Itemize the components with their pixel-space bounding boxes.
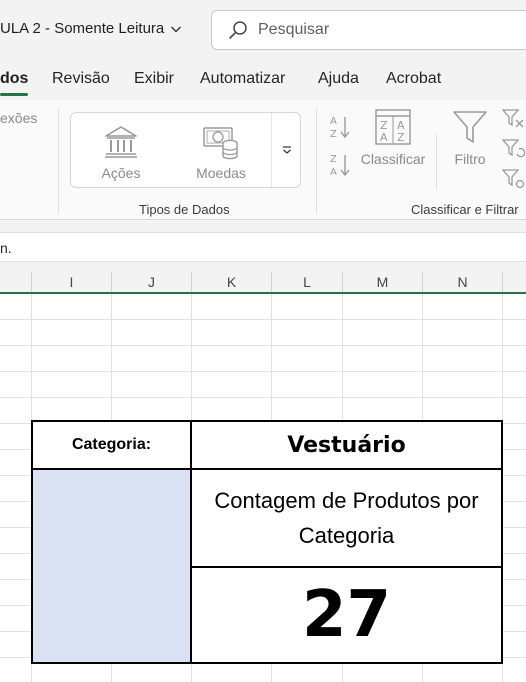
- ribbon-spacer: [0, 224, 526, 232]
- group-divider: [316, 108, 317, 214]
- svg-text:A: A: [330, 167, 337, 178]
- sort-z-a-icon: Z A: [330, 154, 350, 178]
- category-slicer-area[interactable]: [31, 468, 192, 664]
- tab-exibir[interactable]: Exibir: [134, 70, 174, 88]
- file-title-dropdown[interactable]: ULA 2 - Somente Leitura: [0, 20, 182, 37]
- column-headers: I J K L M N: [0, 272, 526, 294]
- stocks-label: Ações: [101, 165, 141, 181]
- connections-group-label: exões: [0, 110, 38, 126]
- currencies-button[interactable]: Moedas: [191, 113, 251, 187]
- reapply-filter-button[interactable]: [501, 138, 526, 165]
- category-value-cell[interactable]: Vestuário: [190, 420, 503, 470]
- tab-acrobat[interactable]: Acrobat: [386, 70, 441, 88]
- product-count-value: 27: [190, 566, 503, 664]
- column-header-i[interactable]: I: [32, 272, 112, 292]
- sort-custom-button[interactable]: Z A A Z Classificar: [360, 108, 426, 167]
- svg-text:A: A: [380, 131, 388, 144]
- sort-label: Classificar: [360, 151, 426, 167]
- expand-down-icon: [282, 146, 291, 154]
- filter-button[interactable]: Filtro: [446, 108, 494, 167]
- bank-icon: [105, 126, 137, 158]
- search-icon: [229, 21, 247, 39]
- column-header-m[interactable]: M: [343, 272, 423, 292]
- reapply-filter-icon: [501, 139, 526, 158]
- ribbon: exões Ações Moedas Tipos de Dados A Z Z …: [0, 100, 526, 224]
- column-header-n[interactable]: N: [423, 272, 503, 292]
- file-title-text: ULA 2 - Somente Leitura: [0, 20, 165, 37]
- data-types-gallery: Ações Moedas: [70, 112, 301, 188]
- ribbon-tabs: dos Revisão Exibir Automatizar Ajuda Acr…: [0, 60, 526, 100]
- group-divider: [58, 108, 59, 214]
- advanced-filter-icon: [501, 169, 525, 189]
- column-header-h[interactable]: [0, 272, 32, 292]
- sort-filter-group-label: Classificar e Filtrar: [411, 202, 519, 217]
- sort-descending-button[interactable]: Z A: [328, 152, 352, 183]
- sort-dialog-icon: Z A A Z: [375, 109, 411, 145]
- sort-ascending-button[interactable]: A Z: [328, 114, 352, 145]
- svg-text:Z: Z: [330, 154, 337, 165]
- svg-text:Z: Z: [397, 131, 405, 144]
- currency-icon: [203, 127, 238, 160]
- column-header-l[interactable]: L: [272, 272, 343, 292]
- chevron-down-icon: [171, 26, 182, 32]
- data-types-group-label: Tipos de Dados: [139, 202, 230, 217]
- group-divider: [436, 134, 437, 190]
- tab-ajuda[interactable]: Ajuda: [318, 70, 359, 88]
- product-count-title: Contagem de Produtos por Categoria: [190, 468, 503, 568]
- formula-spacer: [0, 262, 526, 272]
- filter-label: Filtro: [454, 151, 486, 167]
- currencies-label: Moedas: [196, 165, 246, 181]
- category-label-cell: Categoria:: [31, 420, 192, 470]
- sort-a-z-icon: A Z: [330, 116, 350, 140]
- column-header-j[interactable]: J: [112, 272, 192, 292]
- formula-bar[interactable]: n.: [0, 232, 526, 262]
- data-types-more-button[interactable]: [271, 113, 301, 187]
- tab-automatizar[interactable]: Automatizar: [200, 70, 285, 88]
- column-header-o[interactable]: [503, 272, 526, 292]
- search-box[interactable]: [211, 10, 526, 50]
- clear-filter-icon: [501, 109, 524, 128]
- ribbon-panel: exões Ações Moedas Tipos de Dados A Z Z …: [0, 100, 526, 220]
- stocks-button[interactable]: Ações: [91, 113, 151, 187]
- clear-filter-button[interactable]: [501, 108, 526, 135]
- tab-dados[interactable]: dos: [0, 70, 29, 96]
- svg-text:Z: Z: [330, 129, 337, 140]
- column-header-k[interactable]: K: [192, 272, 272, 292]
- tab-revisao[interactable]: Revisão: [52, 70, 110, 88]
- filter-funnel-icon: [453, 111, 487, 143]
- formula-text: n.: [0, 240, 12, 256]
- title-bar: ULA 2 - Somente Leitura: [0, 0, 526, 60]
- search-input[interactable]: [258, 21, 498, 39]
- svg-text:A: A: [330, 116, 337, 127]
- advanced-filter-button[interactable]: [501, 168, 526, 195]
